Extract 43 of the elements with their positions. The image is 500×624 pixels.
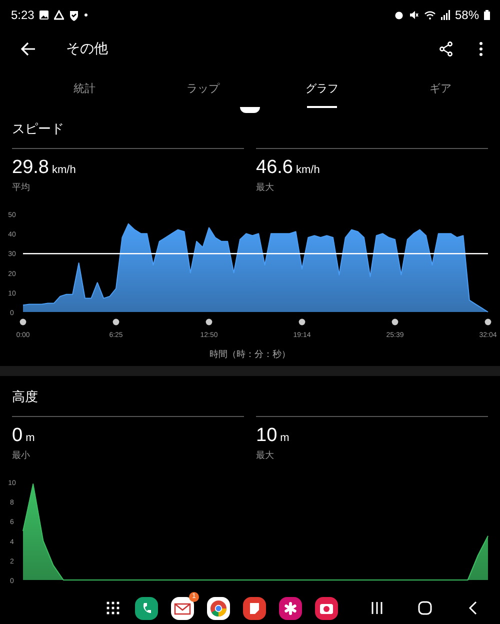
axis-title: 時間（時：分：秒） xyxy=(208,348,292,361)
mail-icon[interactable] xyxy=(171,596,194,620)
battery-percent: 58% xyxy=(454,8,479,22)
battery-icon xyxy=(484,10,490,20)
home-button[interactable] xyxy=(418,601,432,615)
stat-value: 10 m xyxy=(256,425,290,448)
recents-button[interactable] xyxy=(371,601,383,615)
mute-icon xyxy=(408,10,419,20)
signal-icon xyxy=(440,10,450,20)
flower-icon[interactable] xyxy=(279,596,302,620)
wifi-icon xyxy=(424,10,436,20)
tick-dot xyxy=(112,318,120,326)
tab[interactable]: ラップ xyxy=(144,68,262,108)
tab[interactable]: 統計 xyxy=(25,68,144,108)
back-nav-button[interactable] xyxy=(468,601,478,615)
notes-icon[interactable] xyxy=(243,596,266,620)
camera-icon[interactable] xyxy=(315,596,338,620)
shield-icon xyxy=(69,10,80,20)
tick-dot xyxy=(484,318,492,326)
stat-label: 平均 xyxy=(12,181,31,193)
tick-dot xyxy=(392,318,398,326)
browser-icon[interactable] xyxy=(207,596,230,620)
stat-value: 29.8 km/h xyxy=(12,157,77,180)
stat-value: 46.6 km/h xyxy=(256,157,321,180)
tab[interactable]: グラフ xyxy=(262,68,382,108)
tick-dot xyxy=(20,318,26,326)
dot-icon xyxy=(84,13,88,17)
app-grid-icon[interactable] xyxy=(106,601,120,615)
stat-value: 0 m xyxy=(12,425,36,448)
section-title: スピード xyxy=(12,120,65,138)
page-title: その他 xyxy=(66,40,109,58)
stat-label: 最小 xyxy=(12,449,31,461)
image-icon xyxy=(39,10,50,20)
tick-dot xyxy=(298,318,306,326)
clock-time: 5:23 xyxy=(11,8,34,22)
phone-icon[interactable] xyxy=(135,596,158,620)
drag-handle[interactable] xyxy=(240,107,260,113)
stat-label: 最大 xyxy=(256,181,275,193)
tab[interactable]: ギア xyxy=(381,68,500,108)
section-title: 高度 xyxy=(12,388,39,406)
tick-dot xyxy=(206,318,212,326)
warning-icon xyxy=(54,10,64,20)
stat-label: 最大 xyxy=(256,449,275,461)
